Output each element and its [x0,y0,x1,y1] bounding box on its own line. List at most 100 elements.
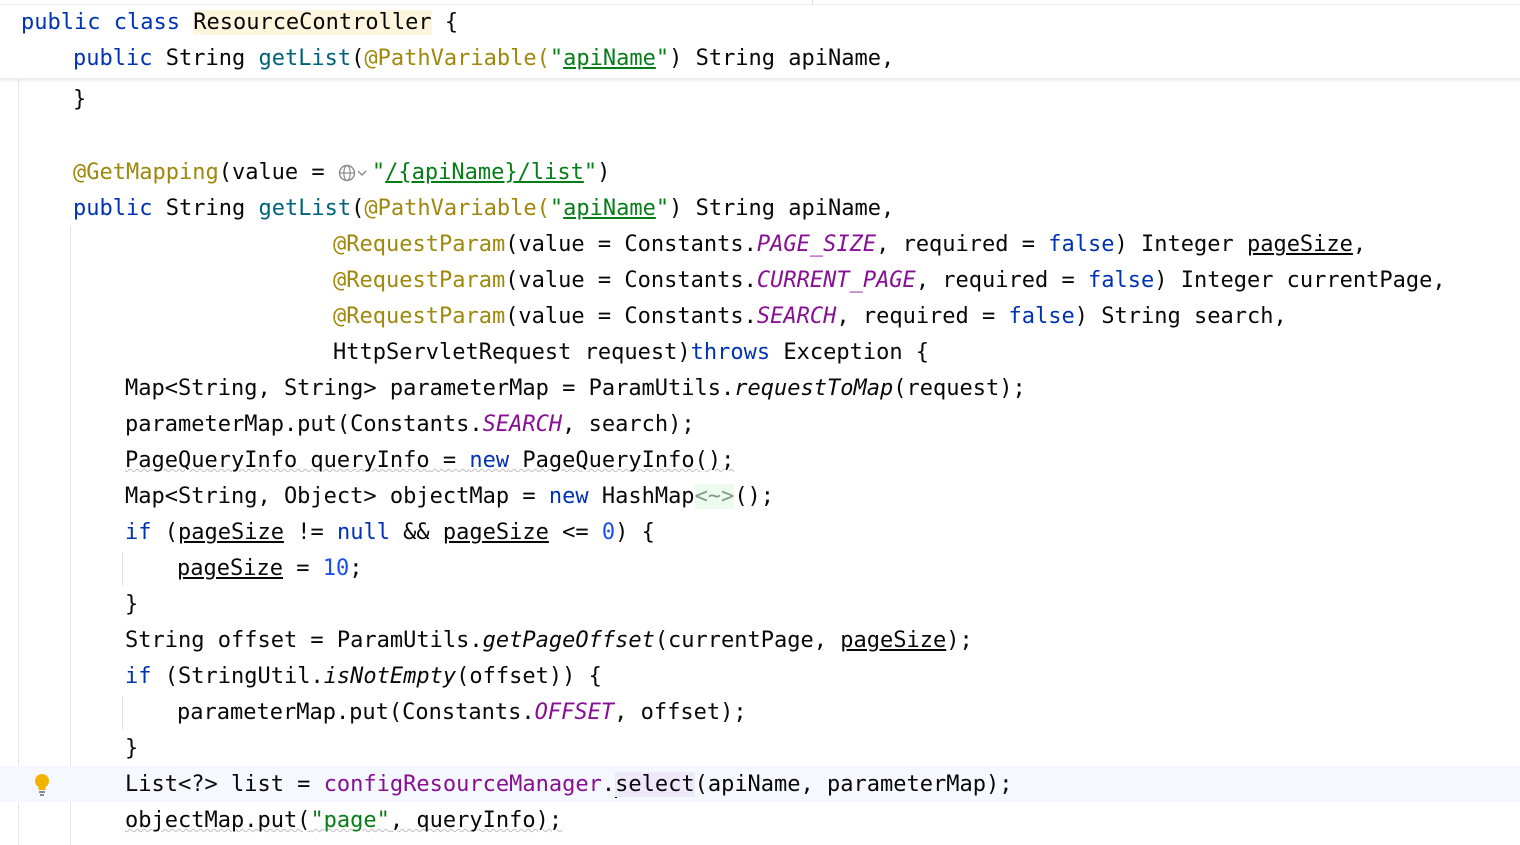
token-keyword: throws [690,340,771,365]
token-text: (value = [218,160,338,185]
token-text: , required = [915,268,1088,293]
token-text: HashMap [588,484,695,509]
token-text: , offset); [614,700,747,725]
token-keyword: class [113,10,180,35]
token-keyword: false [1008,304,1075,329]
token-static-method: getPageOffset [482,628,655,653]
token-static-method: requestToMap [734,376,894,401]
code-line[interactable]: parameterMap.put(Constants.OFFSET, offse… [177,695,747,731]
token-text: (currentPage, [654,628,841,653]
token-number: 0 [601,520,616,545]
token-text-warning: PageQueryInfo queryInfo [125,448,430,473]
token-constant: CURRENT_PAGE [756,268,916,293]
code-line[interactable]: @RequestParam(value = Constants.SEARCH, … [333,299,1287,335]
token-constant: SEARCH [482,412,563,437]
token-diamond-fold[interactable]: <~> [694,484,735,509]
code-line[interactable]: @GetMapping(value = "/{apiName}/list") [73,155,610,191]
code-line[interactable]: @RequestParam(value = Constants.PAGE_SIZ… [333,227,1366,263]
token-text: (); [734,484,775,509]
code-line[interactable]: if (StringUtil.isNotEmpty(offset)) { [125,659,602,695]
globe-icon[interactable] [338,162,370,184]
token-text: (value = Constants. [505,232,757,257]
token-string-link[interactable]: apiName [563,46,656,71]
token-text: List<?> list = [125,772,324,797]
code-line[interactable]: PageQueryInfo queryInfo = new PageQueryI… [125,443,734,479]
token-text: ( [151,520,178,545]
token-text: && [389,520,443,545]
token-text: Map<String, String> parameterMap = Param… [125,376,735,401]
lightbulb-icon[interactable] [34,773,50,797]
indent-guide [122,696,123,730]
token-text: , required = [876,232,1049,257]
code-editor[interactable]: public class ResourceController { public… [0,0,1520,845]
token-keyword: if [125,520,152,545]
token-text: ) Integer currentPage, [1154,268,1446,293]
token-text-warning: PageQueryInfo(); [509,448,735,473]
token-text: String offset = ParamUtils. [125,628,483,653]
token-reassigned-param: pageSize [177,556,283,581]
token-text: . [601,772,616,797]
token-annotation: @PathVariable [364,196,537,221]
token-text: != [283,520,337,545]
code-line[interactable]: } [125,731,138,767]
token-text: ) [669,46,683,71]
code-line[interactable]: HttpServletRequest request)throws Except… [333,335,929,371]
token-keyword: public [73,46,153,71]
token-text: ) Integer [1114,232,1247,257]
token-annotation: @RequestParam [333,232,506,257]
token-text: parameterMap.put(Constants. [125,412,483,437]
token-text: parameterMap.put(Constants. [177,700,535,725]
token-text: ) [669,196,683,221]
token-text: Map<String, Object> objectMap = [125,484,549,509]
code-line[interactable]: Map<String, String> parameterMap = Param… [125,371,1026,407]
code-line[interactable]: objectMap.put("page", queryInfo); [125,803,562,839]
chevron-down-icon [357,170,367,176]
code-line[interactable]: if (pageSize != null && pageSize <= 0) { [125,515,655,551]
token-keyword: false [1048,232,1115,257]
token-text: ; [349,556,363,581]
code-line[interactable]: pageSize = 10; [177,551,362,587]
token-text-warning: objectMap.put( [125,808,311,833]
token-text: ( [351,46,365,71]
token-text: <= [548,520,602,545]
token-text: ) String search, [1074,304,1287,329]
token-string: " [549,196,564,221]
token-text: } [125,592,139,617]
indent-guide [122,552,123,586]
token-text: , search); [562,412,695,437]
sticky-line-class[interactable]: public class ResourceController { [21,5,458,41]
token-string: " [583,160,598,185]
code-line[interactable]: } [73,82,86,118]
token-string: " [371,160,386,185]
code-line[interactable]: parameterMap.put(Constants.SEARCH, searc… [125,407,695,443]
sticky-lines-header[interactable]: public class ResourceController { public… [0,0,1520,79]
token-keyword: new [469,448,510,473]
token-string: " [549,46,564,71]
token-text: String [152,196,259,221]
token-keyword: new [548,484,589,509]
code-line[interactable]: String offset = ParamUtils.getPageOffset… [125,623,973,659]
sticky-line-method[interactable]: public String getList(@PathVariable("api… [73,41,894,77]
code-line[interactable]: } [125,587,138,623]
token-text-warning: = [429,448,470,473]
token-text: , [1352,232,1367,257]
code-line-caret[interactable]: List<?> list = configResourceManager.sel… [125,767,1012,803]
token-constant: OFFSET [534,700,615,725]
code-line[interactable]: @RequestParam(value = Constants.CURRENT_… [333,263,1446,299]
code-line[interactable]: Map<String, Object> objectMap = new Hash… [125,479,774,515]
token-text: = [282,556,323,581]
token-class-name: ResourceController [193,10,432,35]
token-string-link[interactable]: apiName [563,196,656,221]
token-keyword: if [125,664,152,689]
token-text: } [73,87,87,112]
code-line[interactable]: public String getList(@PathVariable("api… [73,191,894,227]
token-text: (value = Constants. [505,304,757,329]
token-string-link[interactable]: /{apiName}/list [385,160,584,185]
token-method-call: select [615,772,695,797]
gutter-separator [18,78,19,845]
token-method-name: getList [258,196,352,221]
divider-tick [812,0,813,5]
token-text: String apiName, [682,46,895,71]
token-text: (offset)) { [456,664,602,689]
token-reassigned-param: pageSize [1246,232,1353,257]
